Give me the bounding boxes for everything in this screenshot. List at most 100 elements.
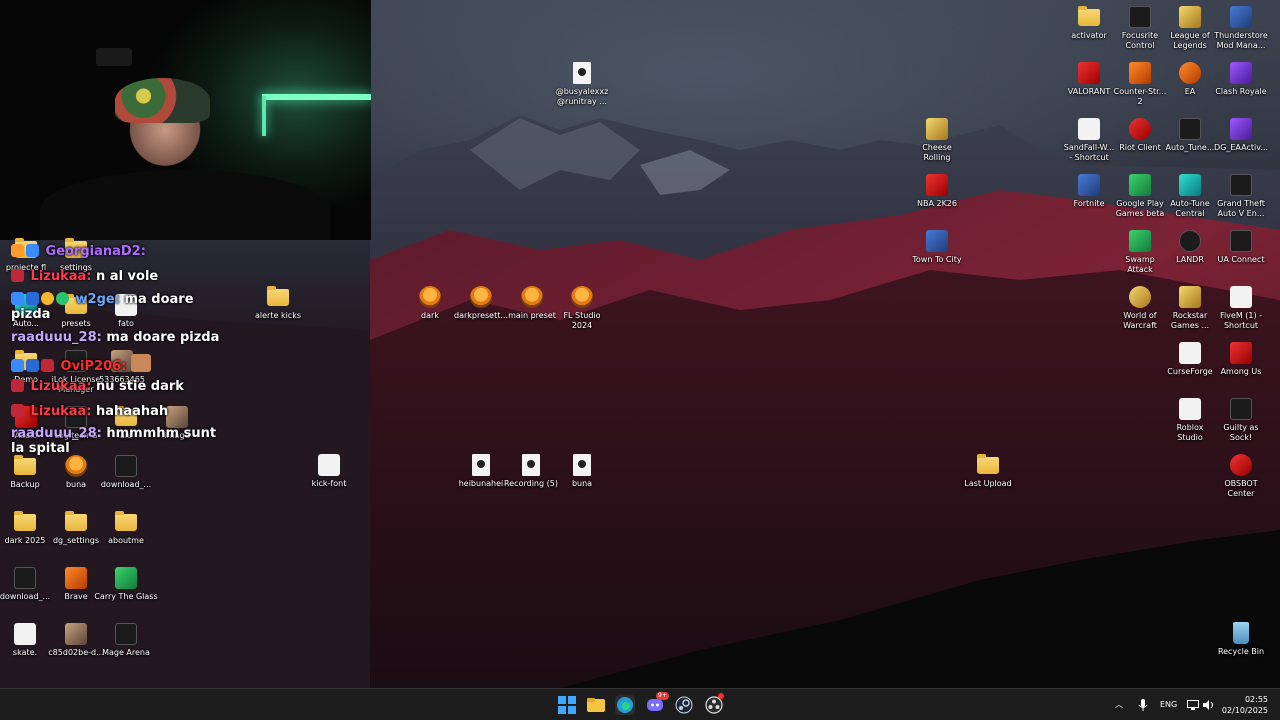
desktop-icon-alerte-kicks[interactable]: alerte kicks bbox=[246, 286, 310, 321]
recording-indicator-icon bbox=[718, 693, 724, 699]
folder-icon bbox=[587, 698, 605, 712]
desktop-icon-fivem[interactable]: FiveM (1) - Shortcut bbox=[1209, 286, 1273, 331]
system-clock[interactable]: 02:55 02/10/2025 bbox=[1222, 694, 1268, 716]
chat-text: ma doare pizda bbox=[106, 330, 220, 345]
fl-studio-icon bbox=[419, 286, 441, 308]
chat-badge-icon bbox=[41, 292, 54, 305]
fl-studio-icon bbox=[571, 286, 593, 308]
desktop-icon-among-us[interactable]: Among Us bbox=[1209, 342, 1273, 377]
chat-badge-icon bbox=[26, 359, 39, 372]
webcam-overlay bbox=[0, 0, 371, 240]
desktop-icon-nba-2k26[interactable]: NBA 2K26 bbox=[905, 174, 969, 209]
edge-browser-button[interactable] bbox=[615, 695, 635, 715]
desktop-icon-gta-v[interactable]: Grand Theft Auto V En... bbox=[1209, 174, 1273, 219]
chat-badge-icon bbox=[11, 359, 24, 372]
desktop-icon-ua-connect[interactable]: UA Connect bbox=[1209, 230, 1273, 265]
fl-studio-icon bbox=[470, 286, 492, 308]
folder-icon bbox=[977, 454, 999, 474]
network-icon bbox=[1187, 699, 1199, 710]
chevron-up-icon: ︿ bbox=[1115, 700, 1123, 709]
speaker-icon bbox=[1203, 699, 1213, 710]
desktop-icon-obsbot[interactable]: OBSBOT Center bbox=[1209, 454, 1273, 499]
streamer-cap bbox=[115, 78, 210, 123]
valorant-icon bbox=[1078, 62, 1100, 84]
clock-date: 02/10/2025 bbox=[1221, 706, 1268, 715]
chat-badge-icon bbox=[11, 379, 24, 392]
game-icon bbox=[1129, 230, 1151, 252]
desktop-icon-fl-studio[interactable]: FL Studio 2024 bbox=[550, 286, 614, 331]
video-file-icon bbox=[472, 454, 490, 476]
desktop-icon-cheese-rolling[interactable]: Cheese Rolling bbox=[905, 118, 969, 163]
image-file-icon bbox=[65, 623, 87, 645]
verified-badge-icon bbox=[56, 292, 69, 305]
desktop-icon-thunderstore[interactable]: Thunderstore Mod Mana... bbox=[1209, 6, 1273, 51]
rockstar-icon bbox=[1179, 286, 1201, 308]
chat-text: nu stie dark bbox=[96, 379, 184, 394]
desktop-icon-download-1[interactable]: download_... bbox=[94, 455, 158, 490]
desktop-icon-dg-ea[interactable]: DG_EAActiv... bbox=[1209, 118, 1273, 153]
chat-username: w2ge: bbox=[75, 292, 120, 307]
volume-tray-button[interactable] bbox=[1203, 689, 1215, 720]
chat-message: Lizukaa: n al vole bbox=[11, 269, 226, 284]
folder-icon bbox=[115, 511, 137, 531]
ua-connect-icon bbox=[1230, 230, 1252, 252]
world-of-warcraft-icon bbox=[1129, 286, 1151, 308]
chat-message: OviP206: bbox=[11, 354, 226, 374]
chat-message: Lizukaa: nu stie dark bbox=[11, 379, 226, 394]
skate-game-icon bbox=[14, 623, 36, 645]
roblox-studio-icon bbox=[1179, 398, 1201, 420]
among-us-icon bbox=[1230, 342, 1252, 364]
discord-button[interactable]: 9+ bbox=[645, 692, 669, 715]
curseforge-icon bbox=[1179, 342, 1201, 364]
chat-message: GeorgianaD2: bbox=[11, 244, 226, 259]
folder-icon bbox=[65, 511, 87, 531]
start-button[interactable] bbox=[557, 695, 577, 715]
microphone-tray-button[interactable] bbox=[1138, 689, 1148, 720]
desktop-icon-kick-font[interactable]: kick-font bbox=[297, 454, 361, 489]
obs-button[interactable] bbox=[704, 693, 724, 715]
file-explorer-button[interactable] bbox=[586, 695, 606, 715]
desktop-icon-guilty-as-sock[interactable]: Guilty as Sock! bbox=[1209, 398, 1273, 443]
language-indicator[interactable]: ENG bbox=[1160, 689, 1177, 720]
chat-username: Lizukaa: bbox=[30, 269, 92, 284]
chat-text: hahaahah bbox=[96, 404, 169, 419]
network-tray-button[interactable] bbox=[1187, 689, 1199, 720]
focusrite-icon bbox=[1129, 6, 1151, 28]
chat-username: Lizukaa: bbox=[30, 379, 92, 394]
desktop-icon-buna[interactable]: buna bbox=[550, 454, 614, 489]
chat-username: Lizukaa: bbox=[30, 404, 92, 419]
show-hidden-icons-button[interactable]: ︿ bbox=[1115, 689, 1123, 720]
chat-message: w2ge: ma doare pizda bbox=[11, 292, 226, 322]
discord-notification-badge: 9+ bbox=[656, 692, 669, 700]
desktop-icon-town-to-city[interactable]: Town To City bbox=[905, 230, 969, 265]
video-file-icon bbox=[573, 62, 591, 84]
steam-button[interactable] bbox=[674, 695, 694, 715]
gta-icon bbox=[1230, 174, 1252, 196]
wall-hook bbox=[96, 48, 132, 66]
desktop-icon-clash-royale[interactable]: Clash Royale bbox=[1209, 62, 1273, 97]
desktop-icon-aboutme[interactable]: aboutme bbox=[94, 511, 158, 546]
desktop-icon-busyalexxz[interactable]: @busyalexxz @runitray ... bbox=[550, 62, 614, 107]
folder-icon bbox=[1078, 6, 1100, 26]
video-file-icon bbox=[522, 454, 540, 476]
chat-message: Lizukaa: hahaahah bbox=[11, 404, 226, 419]
emote-icon bbox=[130, 354, 151, 372]
microphone-icon bbox=[1138, 698, 1148, 711]
brave-browser-icon bbox=[65, 567, 87, 589]
desktop-icon-last-upload[interactable]: Last Upload bbox=[956, 454, 1020, 489]
chat-badge-icon bbox=[11, 244, 24, 257]
led-strip bbox=[262, 94, 371, 100]
desktop-icon-carry-the-glass[interactable]: Carry The Glass bbox=[94, 567, 158, 602]
chat-badge-icon bbox=[11, 269, 24, 282]
taskbar: 9+ ︿ ENG 02:55 02/10/2025 bbox=[0, 688, 1280, 720]
desktop-icon-mage-arena[interactable]: Mage Arena bbox=[94, 623, 158, 658]
counter-strike-icon bbox=[1129, 62, 1151, 84]
chat-message: raaduuu_28: hmmmhm sunt la spital bbox=[11, 426, 226, 456]
landr-icon bbox=[1179, 230, 1201, 252]
image-file-icon bbox=[115, 455, 137, 477]
clash-royale-icon bbox=[1230, 62, 1252, 84]
chat-badge-icon bbox=[11, 292, 24, 305]
ea-icon bbox=[1179, 62, 1201, 84]
chat-username: raaduuu_28: bbox=[11, 426, 102, 441]
desktop-icon-recycle-bin[interactable]: Recycle Bin bbox=[1209, 622, 1273, 657]
